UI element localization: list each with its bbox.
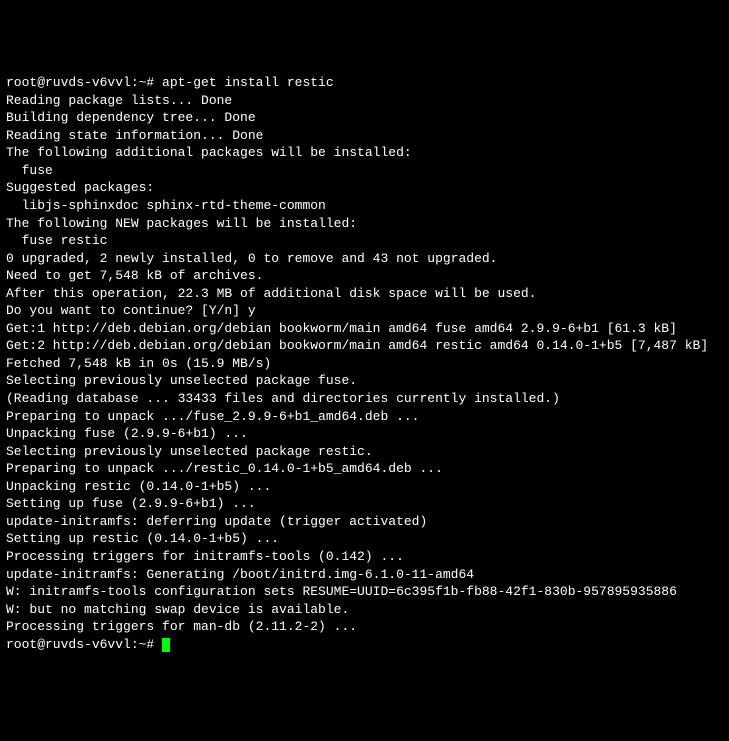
- shell-prompt: root@ruvds-v6vvl:~#: [6, 637, 162, 652]
- output-line: (Reading database ... 33433 files and di…: [6, 390, 723, 408]
- output-line: Processing triggers for initramfs-tools …: [6, 548, 723, 566]
- output-line: Need to get 7,548 kB of archives.: [6, 267, 723, 285]
- output-line: 0 upgraded, 2 newly installed, 0 to remo…: [6, 250, 723, 268]
- output-line: Selecting previously unselected package …: [6, 443, 723, 461]
- output-line: Do you want to continue? [Y/n] y: [6, 302, 723, 320]
- output-line: Unpacking fuse (2.9.9-6+b1) ...: [6, 425, 723, 443]
- output-line: update-initramfs: Generating /boot/initr…: [6, 566, 723, 584]
- shell-prompt: root@ruvds-v6vvl:~#: [6, 75, 162, 90]
- output-line: Get:2 http://deb.debian.org/debian bookw…: [6, 337, 723, 355]
- output-line: Get:1 http://deb.debian.org/debian bookw…: [6, 320, 723, 338]
- output-line: Preparing to unpack .../fuse_2.9.9-6+b1_…: [6, 408, 723, 426]
- output-line: W: but no matching swap device is availa…: [6, 601, 723, 619]
- terminal-output[interactable]: root@ruvds-v6vvl:~# apt-get install rest…: [6, 74, 723, 653]
- output-line: Reading state information... Done: [6, 127, 723, 145]
- output-line: Setting up restic (0.14.0-1+b5) ...: [6, 530, 723, 548]
- output-line: update-initramfs: deferring update (trig…: [6, 513, 723, 531]
- output-line: Processing triggers for man-db (2.11.2-2…: [6, 618, 723, 636]
- output-line: fuse restic: [6, 232, 723, 250]
- output-line: Preparing to unpack .../restic_0.14.0-1+…: [6, 460, 723, 478]
- output-line: W: initramfs-tools configuration sets RE…: [6, 583, 723, 601]
- output-line: The following NEW packages will be insta…: [6, 215, 723, 233]
- terminal-prompt-line: root@ruvds-v6vvl:~#: [6, 636, 723, 654]
- output-line: The following additional packages will b…: [6, 144, 723, 162]
- output-line: After this operation, 22.3 MB of additio…: [6, 285, 723, 303]
- terminal-cursor: [162, 638, 170, 652]
- output-line: Fetched 7,548 kB in 0s (15.9 MB/s): [6, 355, 723, 373]
- typed-command: apt-get install restic: [162, 75, 334, 90]
- output-line: Selecting previously unselected package …: [6, 372, 723, 390]
- output-line: Reading package lists... Done: [6, 92, 723, 110]
- output-line: Setting up fuse (2.9.9-6+b1) ...: [6, 495, 723, 513]
- terminal-command-line: root@ruvds-v6vvl:~# apt-get install rest…: [6, 74, 723, 92]
- output-line: Unpacking restic (0.14.0-1+b5) ...: [6, 478, 723, 496]
- output-line: libjs-sphinxdoc sphinx-rtd-theme-common: [6, 197, 723, 215]
- output-line: Suggested packages:: [6, 179, 723, 197]
- output-line: Building dependency tree... Done: [6, 109, 723, 127]
- output-line: fuse: [6, 162, 723, 180]
